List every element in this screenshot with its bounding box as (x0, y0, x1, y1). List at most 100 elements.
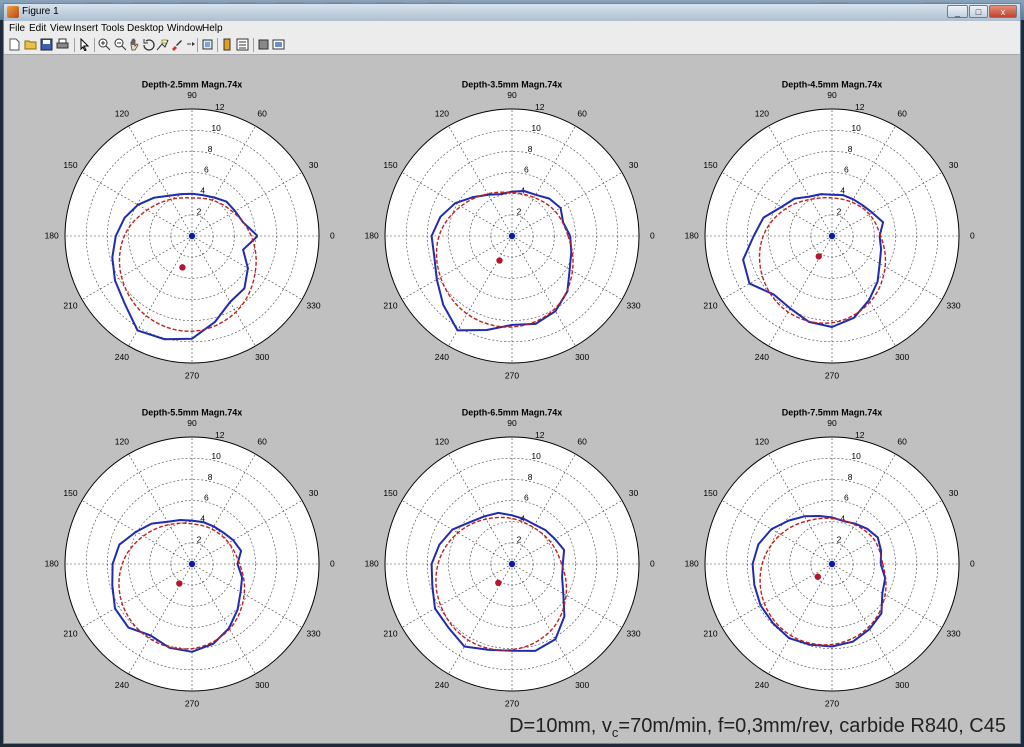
polar-subplot: 030609012015018021024027030033024681012D… (685, 407, 975, 708)
figure-window: Figure 1 _ □ x File Edit View Insert Too… (3, 3, 1021, 744)
subplot-title: Depth-6.5mm Magn.74x (462, 407, 563, 417)
menu-desktop[interactable]: Desktop (127, 23, 164, 34)
offset-center-point (496, 257, 503, 264)
angle-tick-label: 60 (577, 437, 587, 447)
menu-help[interactable]: Help (202, 23, 223, 34)
angle-tick-label: 240 (115, 680, 129, 690)
maximize-button[interactable]: □ (969, 5, 988, 18)
toolbar-separator (94, 38, 95, 52)
angle-tick-label: 120 (755, 109, 769, 119)
polar-figure: 030609012015018021024027030033024681012D… (45, 79, 975, 708)
radial-tick-label: 8 (208, 472, 213, 482)
close-button[interactable]: x (989, 5, 1017, 18)
angle-tick-label: 240 (435, 352, 449, 362)
angle-tick-label: 0 (650, 558, 655, 568)
angle-tick-label: 270 (825, 699, 839, 709)
angle-tick-label: 300 (895, 680, 909, 690)
angle-tick-label: 180 (45, 230, 59, 240)
print-icon[interactable] (56, 38, 69, 51)
figure-caption: D=10mm, vc=70m/min, f=0,3mm/rev, carbide… (509, 715, 1006, 740)
angle-tick-label: 270 (825, 371, 839, 381)
title-bar[interactable]: Figure 1 _ □ x (4, 4, 1020, 21)
angle-tick-label: 210 (383, 300, 397, 310)
menu-insert[interactable]: Insert (73, 23, 98, 34)
pointer-icon[interactable] (78, 38, 91, 51)
polar-subplot: 030609012015018021024027030033024681012D… (365, 407, 655, 708)
menu-window[interactable]: Window (167, 23, 203, 34)
angle-tick-label: 270 (505, 371, 519, 381)
legend-icon[interactable] (221, 38, 234, 51)
radial-tick-label: 12 (535, 102, 545, 112)
center-point (828, 232, 836, 240)
angle-tick-label: 240 (755, 352, 769, 362)
angle-tick-label: 90 (827, 90, 837, 100)
colorbar-icon[interactable] (201, 38, 214, 51)
radial-tick-label: 12 (535, 430, 545, 440)
radial-tick-label: 6 (844, 165, 849, 175)
toolbar-separator (197, 38, 198, 52)
menu-file[interactable]: File (9, 23, 25, 34)
angle-tick-label: 300 (575, 352, 589, 362)
radial-tick-label: 12 (215, 430, 225, 440)
subplot-title: Depth-3.5mm Magn.74x (462, 79, 563, 89)
angle-tick-label: 210 (63, 300, 77, 310)
rotate-3d-icon[interactable] (142, 38, 155, 51)
brush-icon[interactable] (170, 38, 183, 51)
offset-center-point (495, 579, 502, 587)
link-plot-icon[interactable] (183, 38, 196, 51)
angle-tick-label: 0 (970, 558, 975, 568)
angle-tick-label: 150 (703, 160, 717, 170)
minimize-button[interactable]: _ (947, 5, 968, 18)
polar-subplot: 030609012015018021024027030033024681012D… (45, 407, 335, 708)
radial-tick-label: 10 (851, 451, 861, 461)
toolbar-separator (253, 38, 254, 52)
angle-tick-label: 330 (946, 300, 960, 310)
pan-hand-icon[interactable] (128, 38, 141, 51)
angle-tick-label: 120 (435, 109, 449, 119)
matlab-logo-icon (7, 6, 19, 18)
angle-tick-label: 0 (970, 230, 975, 240)
polar-subplot: 030609012015018021024027030033024681012D… (45, 79, 335, 380)
hide-plot-tools-icon[interactable] (236, 38, 249, 51)
angle-tick-label: 90 (187, 90, 197, 100)
radial-tick-label: 8 (528, 144, 533, 154)
show-plot-tools-icon[interactable] (257, 38, 270, 51)
angle-tick-label: 150 (383, 160, 397, 170)
angle-tick-label: 180 (45, 558, 59, 568)
radial-tick-label: 6 (204, 493, 209, 503)
menu-tools[interactable]: Tools (101, 23, 124, 34)
angle-tick-label: 60 (577, 109, 587, 119)
angle-tick-label: 30 (309, 488, 319, 498)
radial-tick-label: 10 (531, 451, 541, 461)
angle-tick-label: 30 (309, 160, 319, 170)
radial-tick-label: 6 (524, 165, 529, 175)
open-folder-icon[interactable] (24, 38, 37, 51)
save-icon[interactable] (40, 38, 53, 51)
menu-view[interactable]: View (50, 23, 72, 34)
new-file-icon[interactable] (8, 38, 21, 51)
zoom-out-icon[interactable] (114, 38, 127, 51)
angle-tick-label: 120 (115, 437, 129, 447)
radial-tick-label: 10 (211, 451, 221, 461)
radial-tick-label: 2 (197, 534, 202, 544)
data-cursor-icon[interactable] (156, 38, 169, 51)
dock-figure-icon[interactable] (272, 38, 285, 51)
radial-tick-label: 6 (204, 165, 209, 175)
offset-center-point (814, 573, 822, 580)
angle-tick-label: 60 (897, 109, 907, 119)
angle-tick-label: 180 (365, 558, 379, 568)
angle-tick-label: 60 (897, 437, 907, 447)
angle-tick-label: 330 (306, 300, 320, 310)
angle-tick-label: 270 (185, 371, 199, 381)
zoom-in-icon[interactable] (98, 38, 111, 51)
menu-edit[interactable]: Edit (29, 23, 46, 34)
angle-tick-label: 210 (63, 628, 77, 638)
toolbar-separator (74, 38, 75, 52)
center-point (508, 232, 516, 240)
polar-subplot: 030609012015018021024027030033024681012D… (365, 79, 655, 380)
radial-tick-label: 2 (517, 206, 522, 216)
angle-tick-label: 90 (827, 418, 837, 428)
angle-tick-label: 90 (507, 418, 517, 428)
subplot-title: Depth-2.5mm Magn.74x (142, 79, 243, 89)
radial-tick-label: 10 (531, 123, 541, 133)
